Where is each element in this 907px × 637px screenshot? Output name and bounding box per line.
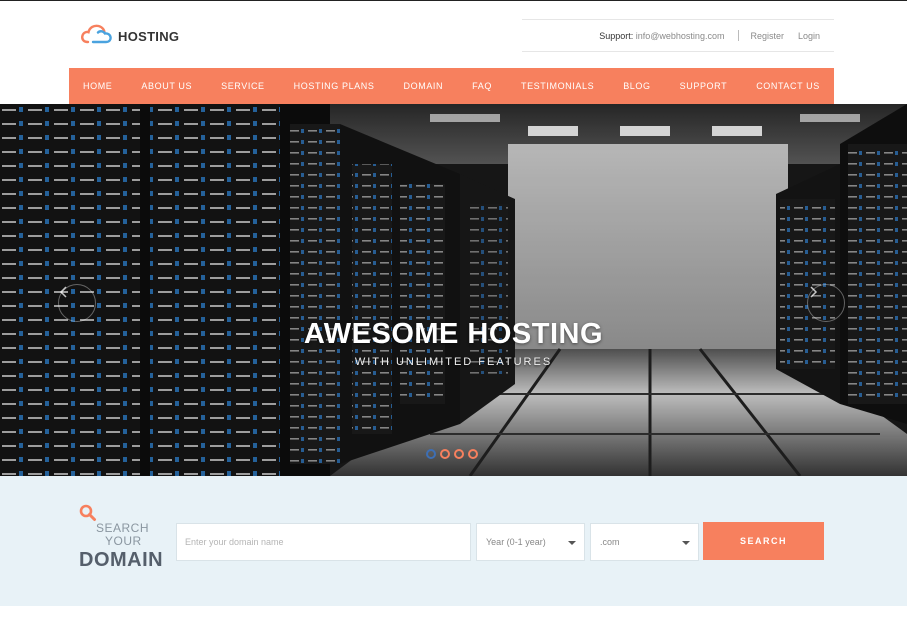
login-link[interactable]: Login [798, 31, 820, 41]
year-select[interactable]: Year (0-1 year) [476, 523, 585, 561]
year-select-value: Year (0-1 year) [486, 537, 546, 547]
slider-pagination [426, 449, 478, 459]
nav-support[interactable]: SUPPORT [680, 81, 728, 91]
search-icon [79, 504, 97, 527]
slider-dot-2[interactable] [440, 449, 450, 459]
search-heading-line2: YOUR [105, 534, 142, 548]
page: HOSTING Support: info@webhosting.com Reg… [0, 0, 907, 637]
server-room-image [0, 104, 907, 476]
nav-contact-us[interactable]: CONTACT US [756, 81, 820, 91]
slider-next-button[interactable] [807, 284, 845, 322]
nav-service[interactable]: SERVICE [221, 81, 265, 91]
logo-text: HOSTING [118, 29, 180, 44]
logo[interactable]: HOSTING [80, 23, 179, 50]
support-label: Support: [599, 30, 634, 41]
site-header: HOSTING Support: info@webhosting.com Reg… [0, 0, 907, 68]
nav-faq[interactable]: FAQ [472, 81, 492, 91]
tld-select-value: .com [600, 537, 620, 547]
domain-search-section: SEARCH YOUR DOMAIN Year (0-1 year) .com … [0, 476, 907, 606]
hero-title: AWESOME HOSTING [303, 318, 604, 350]
support-email-link[interactable]: info@webhosting.com [636, 31, 725, 41]
search-button[interactable]: SEARCH [703, 522, 824, 560]
top-bar: Support: info@webhosting.com Register Lo… [522, 19, 834, 52]
nav-testimonials[interactable]: TESTIMONIALS [521, 81, 594, 91]
main-nav: HOME ABOUT US SERVICE HOSTING PLANS DOMA… [69, 68, 834, 104]
nav-domain[interactable]: DOMAIN [404, 81, 444, 91]
hero-slider: AWESOME HOSTING WITH UNLIMITED FEATURES [0, 104, 907, 476]
nav-home[interactable]: HOME [83, 81, 112, 91]
register-link[interactable]: Register [750, 31, 784, 41]
divider [738, 30, 740, 41]
support-info: Support: info@webhosting.com [599, 31, 724, 41]
nav-blog[interactable]: BLOG [623, 81, 650, 91]
caret-down-icon [568, 541, 576, 545]
domain-search-input[interactable] [176, 523, 471, 561]
hero-subtitle: WITH UNLIMITED FEATURES [354, 356, 553, 368]
search-heading-line1: SEARCH [96, 521, 150, 535]
search-heading-line3: DOMAIN [79, 549, 164, 571]
nav-hosting-plans[interactable]: HOSTING PLANS [294, 81, 375, 91]
cloud-icon [80, 23, 112, 50]
caret-down-icon [682, 541, 690, 545]
nav-about-us[interactable]: ABOUT US [141, 81, 192, 91]
tld-select[interactable]: .com [590, 523, 699, 561]
slider-dot-1[interactable] [426, 449, 436, 459]
slider-dot-3[interactable] [454, 449, 464, 459]
slider-dot-4[interactable] [468, 449, 478, 459]
slider-prev-button[interactable] [58, 284, 96, 322]
